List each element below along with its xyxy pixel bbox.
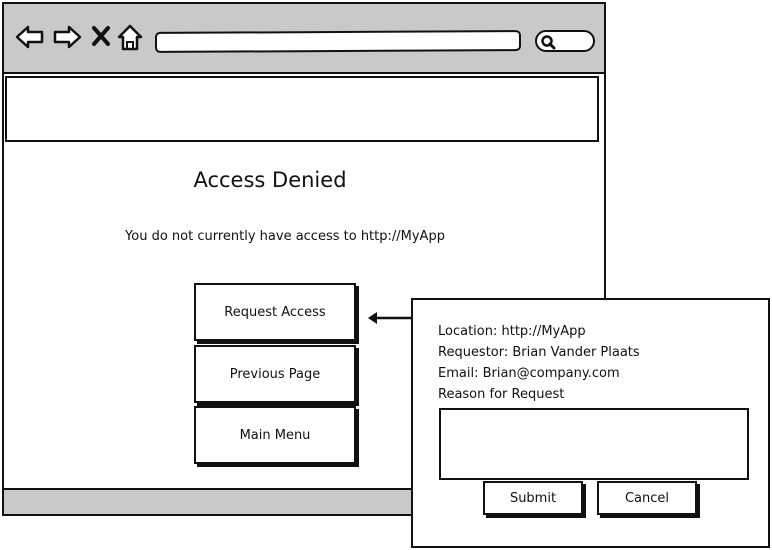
request-access-label: Request Access bbox=[224, 304, 326, 320]
previous-page-button[interactable]: Previous Page bbox=[194, 345, 356, 403]
access-message: You do not currently have access to http… bbox=[125, 229, 445, 244]
reason-textarea[interactable] bbox=[439, 408, 749, 480]
back-arrow-icon[interactable] bbox=[15, 24, 45, 50]
page-title: Access Denied bbox=[193, 168, 347, 192]
home-icon[interactable] bbox=[117, 24, 143, 51]
search-icon bbox=[541, 35, 556, 50]
requestor-text: Requestor: Brian Vander Plaats bbox=[438, 345, 640, 360]
request-access-button[interactable]: Request Access bbox=[194, 283, 356, 341]
cancel-label: Cancel bbox=[624, 490, 670, 506]
close-x-icon[interactable] bbox=[91, 25, 111, 47]
cancel-button[interactable]: Cancel bbox=[597, 481, 697, 515]
main-menu-label: Main Menu bbox=[239, 427, 311, 443]
previous-page-label: Previous Page bbox=[229, 366, 321, 382]
submit-button[interactable]: Submit bbox=[483, 481, 583, 515]
location-text: Location: http://MyApp bbox=[438, 324, 586, 339]
header-banner bbox=[5, 76, 599, 142]
submit-label: Submit bbox=[509, 490, 557, 506]
address-bar[interactable] bbox=[154, 30, 522, 53]
browser-search-box[interactable] bbox=[535, 30, 595, 52]
forward-arrow-icon[interactable] bbox=[52, 24, 82, 50]
main-menu-button[interactable]: Main Menu bbox=[194, 406, 356, 464]
email-text: Email: Brian@company.com bbox=[438, 366, 620, 381]
reason-label: Reason for Request bbox=[438, 387, 565, 402]
